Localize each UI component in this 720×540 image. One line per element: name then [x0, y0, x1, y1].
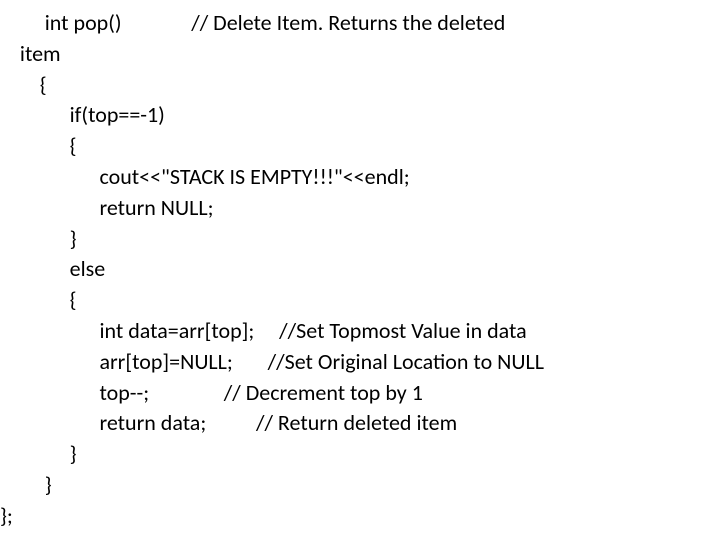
code-line: cout<<"STACK IS EMPTY!!!"<<endl; — [0, 162, 720, 193]
code-line: { — [0, 285, 720, 316]
code-line: } — [0, 224, 720, 255]
code-line: return NULL; — [0, 193, 720, 224]
code-line: { — [0, 131, 720, 162]
code-line: arr[top]=NULL; //Set Original Location t… — [0, 347, 720, 378]
code-line: top--; // Decrement top by 1 — [0, 378, 720, 409]
code-line: } — [0, 439, 720, 470]
code-line: int data=arr[top]; //Set Topmost Value i… — [0, 316, 720, 347]
code-line: } — [0, 470, 720, 501]
code-snippet: int pop() // Delete Item. Returns the de… — [0, 0, 720, 532]
code-line: { — [0, 70, 720, 101]
code-line: else — [0, 254, 720, 285]
code-line: if(top==-1) — [0, 100, 720, 131]
code-line: item — [0, 39, 720, 70]
code-line: }; — [0, 501, 720, 532]
code-line: return data; // Return deleted item — [0, 408, 720, 439]
code-line: int pop() // Delete Item. Returns the de… — [0, 8, 720, 39]
